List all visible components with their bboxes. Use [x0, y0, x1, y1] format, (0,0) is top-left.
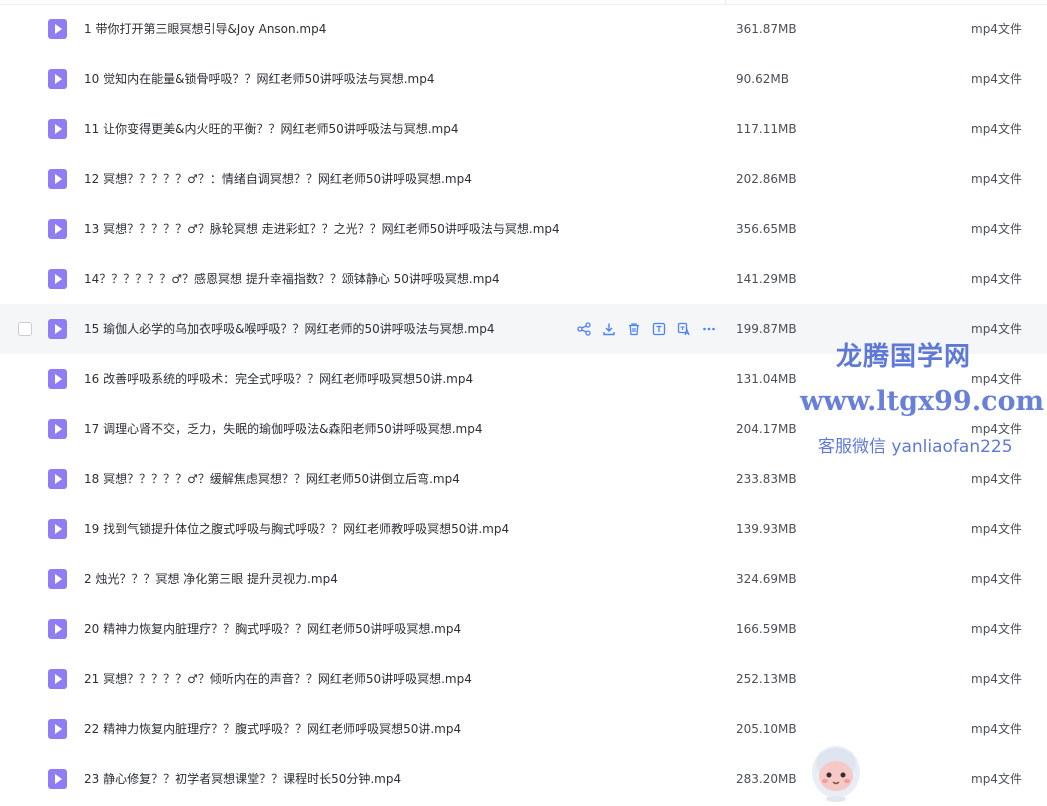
file-name[interactable]: 12 冥想？？？？？♂？：情绪自调冥想？？网红老师50讲呼吸冥想.mp4: [84, 170, 472, 188]
file-size: 90.62MB: [736, 72, 789, 86]
video-file-icon: [48, 319, 67, 339]
table-row[interactable]: 2 烛光？？？冥想 净化第三眼 提升灵视力.mp4 324.69MB mp4文件: [0, 554, 1047, 604]
file-list: 1 带你打开第三眼冥想引导&Joy Anson.mp4 361.87MB mp4文件…: [0, 4, 1047, 804]
table-row[interactable]: 18 冥想？？？？？♂？缓解焦虑冥想？？网红老师50讲倒立后弯.mp4 233.8…: [0, 454, 1047, 504]
download-icon[interactable]: [600, 319, 617, 339]
file-name[interactable]: 20 精神力恢复内脏理疗？？胸式呼吸？？网红老师50讲呼吸冥想.mp4: [84, 620, 461, 638]
translate-icon[interactable]: [675, 319, 692, 339]
file-name[interactable]: 18 冥想？？？？？♂？缓解焦虑冥想？？网红老师50讲倒立后弯.mp4: [84, 470, 460, 488]
file-name[interactable]: 16 改善呼吸系统的呼吸术：完全式呼吸？？网红老师呼吸冥想50讲.mp4: [84, 370, 473, 388]
file-size: 361.87MB: [736, 22, 797, 36]
file-type: mp4文件: [971, 272, 1022, 286]
table-row[interactable]: 15 瑜伽人必学的乌加衣呼吸&喉呼吸？？网红老师的50讲呼吸法与冥想.mp4 19…: [0, 304, 1047, 354]
video-file-icon: [48, 569, 67, 589]
row-actions: [575, 319, 717, 339]
video-file-icon: [48, 119, 67, 139]
file-type: mp4文件: [971, 422, 1022, 436]
file-type: mp4文件: [971, 572, 1022, 586]
file-type: mp4文件: [971, 372, 1022, 386]
file-size: 166.59MB: [736, 622, 797, 636]
row-checkbox[interactable]: [18, 322, 32, 336]
file-type: mp4文件: [971, 472, 1022, 486]
video-file-icon: [48, 619, 67, 639]
table-row[interactable]: 14？？？？？？♂？感恩冥想 提升幸福指数？？颂钵静心 50讲呼吸冥想.mp4 1…: [0, 254, 1047, 304]
file-name[interactable]: 11 让你变得更美&内火旺的平衡？？网红老师50讲呼吸法与冥想.mp4: [84, 120, 458, 138]
file-type: mp4文件: [971, 222, 1022, 236]
file-size: 141.29MB: [736, 272, 797, 286]
file-size: 131.04MB: [736, 372, 797, 386]
file-size: 252.13MB: [736, 672, 797, 686]
delete-icon[interactable]: [625, 319, 642, 339]
assistant-mascot-icon[interactable]: [808, 742, 864, 802]
table-row[interactable]: 22 精神力恢复内脏理疗？？腹式呼吸？？网红老师呼吸冥想50讲.mp4 205.1…: [0, 704, 1047, 754]
video-file-icon: [48, 269, 67, 289]
file-name[interactable]: 19 找到气锁提升体位之腹式呼吸与胸式呼吸？？网红老师教呼吸冥想50讲.mp4: [84, 520, 509, 538]
video-file-icon: [48, 219, 67, 239]
file-size: 205.10MB: [736, 722, 797, 736]
table-row[interactable]: 21 冥想？？？？？♂？倾听内在的声音？？网红老师50讲呼吸冥想.mp4 252.…: [0, 654, 1047, 704]
video-file-icon: [48, 519, 67, 539]
file-size: 204.17MB: [736, 422, 797, 436]
video-file-icon: [48, 469, 67, 489]
file-name[interactable]: 17 调理心肾不交，乏力，失眠的瑜伽呼吸法&森阳老师50讲呼吸冥想.mp4: [84, 420, 482, 438]
file-name[interactable]: 21 冥想？？？？？♂？倾听内在的声音？？网红老师50讲呼吸冥想.mp4: [84, 670, 472, 688]
table-row[interactable]: 12 冥想？？？？？♂？：情绪自调冥想？？网红老师50讲呼吸冥想.mp4 202.…: [0, 154, 1047, 204]
file-type: mp4文件: [971, 22, 1022, 36]
video-file-icon: [48, 419, 67, 439]
file-name[interactable]: 1 带你打开第三眼冥想引导&Joy Anson.mp4: [84, 20, 326, 38]
file-type: mp4文件: [971, 322, 1022, 336]
table-row[interactable]: 17 调理心肾不交，乏力，失眠的瑜伽呼吸法&森阳老师50讲呼吸冥想.mp4 204…: [0, 404, 1047, 454]
file-name[interactable]: 15 瑜伽人必学的乌加衣呼吸&喉呼吸？？网红老师的50讲呼吸法与冥想.mp4: [84, 320, 494, 338]
file-list-window: 1 带你打开第三眼冥想引导&Joy Anson.mp4 361.87MB mp4文件…: [0, 0, 1047, 806]
table-row[interactable]: 1 带你打开第三眼冥想引导&Joy Anson.mp4 361.87MB mp4文件: [0, 4, 1047, 54]
file-type: mp4文件: [971, 522, 1022, 536]
video-file-icon: [48, 769, 67, 789]
video-file-icon: [48, 669, 67, 689]
table-row[interactable]: 16 改善呼吸系统的呼吸术：完全式呼吸？？网红老师呼吸冥想50讲.mp4 131.…: [0, 354, 1047, 404]
table-row[interactable]: 20 精神力恢复内脏理疗？？胸式呼吸？？网红老师50讲呼吸冥想.mp4 166.5…: [0, 604, 1047, 654]
table-row[interactable]: 19 找到气锁提升体位之腹式呼吸与胸式呼吸？？网红老师教呼吸冥想50讲.mp4 1…: [0, 504, 1047, 554]
file-type: mp4文件: [971, 72, 1022, 86]
table-row[interactable]: 23 静心修复？？初学者冥想课堂？？课程时长50分钟.mp4 283.20MB mp…: [0, 754, 1047, 804]
table-row[interactable]: 13 冥想？？？？？♂？脉轮冥想 走进彩虹？？之光？？网红老师50讲呼吸法与冥想…: [0, 204, 1047, 254]
video-file-icon: [48, 69, 67, 89]
file-name[interactable]: 23 静心修复？？初学者冥想课堂？？课程时长50分钟.mp4: [84, 770, 401, 788]
file-type: mp4文件: [971, 172, 1022, 186]
file-type: mp4文件: [971, 622, 1022, 636]
file-size: 199.87MB: [736, 322, 797, 336]
file-type: mp4文件: [971, 672, 1022, 686]
file-type: mp4文件: [971, 722, 1022, 736]
share-icon[interactable]: [575, 319, 592, 339]
more-icon[interactable]: [700, 319, 717, 339]
file-size: 233.83MB: [736, 472, 797, 486]
file-size: 356.65MB: [736, 222, 797, 236]
video-file-icon: [48, 369, 67, 389]
video-file-icon: [48, 19, 67, 39]
file-type: mp4文件: [971, 122, 1022, 136]
video-file-icon: [48, 719, 67, 739]
file-size: 202.86MB: [736, 172, 797, 186]
text-extract-icon[interactable]: [650, 319, 667, 339]
file-name[interactable]: 14？？？？？？♂？感恩冥想 提升幸福指数？？颂钵静心 50讲呼吸冥想.mp4: [84, 270, 500, 288]
table-row[interactable]: 10 觉知内在能量&锁骨呼吸？？网红老师50讲呼吸法与冥想.mp4 90.62MB…: [0, 54, 1047, 104]
file-name[interactable]: 10 觉知内在能量&锁骨呼吸？？网红老师50讲呼吸法与冥想.mp4: [84, 70, 434, 88]
file-size: 324.69MB: [736, 572, 797, 586]
file-name[interactable]: 2 烛光？？？冥想 净化第三眼 提升灵视力.mp4: [84, 570, 338, 588]
video-file-icon: [48, 169, 67, 189]
file-name[interactable]: 13 冥想？？？？？♂？脉轮冥想 走进彩虹？？之光？？网红老师50讲呼吸法与冥想…: [84, 220, 560, 238]
file-type: mp4文件: [971, 772, 1022, 786]
file-size: 117.11MB: [736, 122, 797, 136]
file-size: 139.93MB: [736, 522, 797, 536]
file-name[interactable]: 22 精神力恢复内脏理疗？？腹式呼吸？？网红老师呼吸冥想50讲.mp4: [84, 720, 461, 738]
table-row[interactable]: 11 让你变得更美&内火旺的平衡？？网红老师50讲呼吸法与冥想.mp4 117.1…: [0, 104, 1047, 154]
file-size: 283.20MB: [736, 772, 797, 786]
